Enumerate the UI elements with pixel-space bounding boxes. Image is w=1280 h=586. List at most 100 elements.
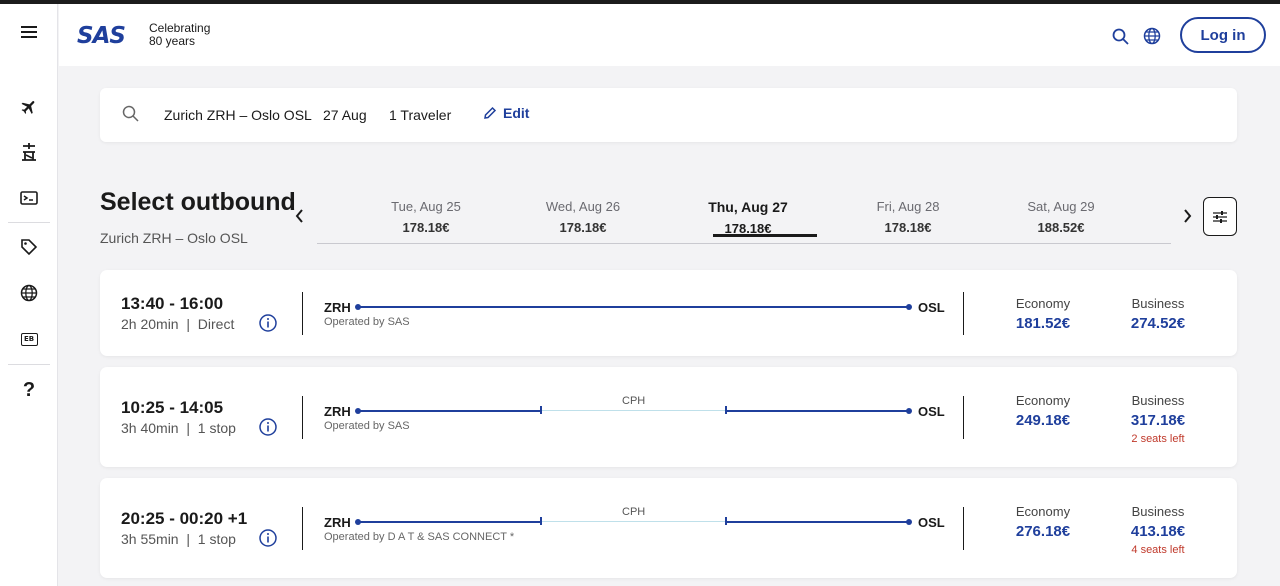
help-icon-text: ? <box>22 378 36 401</box>
layover-line <box>542 410 725 411</box>
prev-dates-chevron-icon[interactable] <box>289 204 309 228</box>
filter-button[interactable] <box>1203 197 1237 236</box>
divider <box>963 292 964 335</box>
date-tab[interactable]: Sat, Aug 29 188.52€ <box>991 190 1131 235</box>
sidebar: EB ? <box>0 4 58 586</box>
economy-price[interactable]: 249.18€ <box>993 412 1093 429</box>
date-tab[interactable]: Fri, Aug 28 178.18€ <box>838 190 978 235</box>
sidebar-divider <box>8 364 50 365</box>
date-tab-price: 178.18€ <box>402 220 450 235</box>
search-icon[interactable] <box>1109 25 1131 47</box>
flight-times: 13:40 - 16:00 <box>121 294 224 313</box>
date-tab[interactable]: Wed, Aug 26 178.18€ <box>513 190 653 235</box>
sliders-icon <box>1213 210 1227 223</box>
duration-text: 3h 40min <box>121 420 179 436</box>
date-tab-label: Tue, Aug 25 <box>391 199 461 214</box>
layover-airport: CPH <box>622 395 646 407</box>
economy-label: Economy <box>1015 393 1071 408</box>
layover-line <box>542 521 725 522</box>
flight-times: 10:25 - 14:05 <box>121 398 224 417</box>
route-dot <box>906 408 912 414</box>
layover-airport: CPH <box>622 506 646 518</box>
operator-text: Operated by SAS <box>324 420 410 432</box>
origin-airport: ZRH <box>324 404 351 419</box>
flight-card[interactable]: 10:25 - 14:05 3h 40min | 1 stop ZRH CPH … <box>100 367 1237 467</box>
route-dot <box>906 519 912 525</box>
date-tab[interactable]: Tue, Aug 25 178.18€ <box>356 190 496 235</box>
stops-text: 1 stop <box>197 420 236 436</box>
business-price[interactable]: 274.52€ <box>1108 315 1208 332</box>
economy-price[interactable]: 181.52€ <box>993 315 1093 332</box>
divider <box>963 507 964 550</box>
eurobonus-icon[interactable]: EB <box>14 324 44 354</box>
flight-duration: 3h 40min | 1 stop <box>121 420 236 436</box>
operator-text: Operated by SAS <box>324 316 410 328</box>
stops-text: Direct <box>197 316 235 332</box>
flight-duration: 2h 20min | Direct <box>121 316 235 332</box>
divider <box>302 292 303 335</box>
business-label: Business <box>1131 296 1185 311</box>
business-label: Business <box>1131 393 1185 408</box>
date-tab-selected[interactable]: Thu, Aug 27 178.18€ <box>678 190 818 237</box>
route-line <box>358 521 541 523</box>
origin-airport: ZRH <box>324 515 351 530</box>
date-tab-label: Sat, Aug 29 <box>1027 199 1095 214</box>
tag-icon[interactable] <box>14 232 44 262</box>
language-globe-icon[interactable] <box>1141 25 1163 47</box>
operator-text: Operated by D A T & SAS CONNECT * <box>324 531 515 543</box>
anniversary-tagline: Celebrating 80 years <box>149 22 239 48</box>
route-line <box>727 410 910 412</box>
search-summary-bar[interactable]: Zurich ZRH – Oslo OSL 27 Aug 1 Traveler … <box>100 88 1237 142</box>
menu-icon[interactable] <box>14 17 44 47</box>
date-tab-label: Thu, Aug 27 <box>708 199 788 215</box>
pencil-icon <box>484 106 497 119</box>
sidebar-divider <box>8 222 50 223</box>
destination-airport: OSL <box>918 300 945 315</box>
flight-times: 20:25 - 00:20 +1 <box>121 509 248 528</box>
divider <box>302 507 303 550</box>
edit-search-button[interactable]: Edit <box>483 105 529 121</box>
outbound-route: Zurich ZRH – Oslo OSL <box>100 230 248 246</box>
eurobonus-badge-text: EB <box>20 332 38 346</box>
info-icon[interactable] <box>259 418 277 436</box>
info-icon[interactable] <box>259 529 277 547</box>
business-label: Business <box>1131 504 1185 519</box>
seats-left-badge: 2 seats left <box>1131 433 1185 445</box>
ticket-icon[interactable] <box>14 183 44 213</box>
stops-text: 1 stop <box>197 531 236 547</box>
duration-text: 3h 55min <box>121 531 179 547</box>
route-line <box>358 410 541 412</box>
divider <box>302 396 303 439</box>
date-tab-label: Fri, Aug 28 <box>876 199 940 214</box>
date-selector: Tue, Aug 25 178.18€ Wed, Aug 26 178.18€ … <box>317 190 1171 244</box>
info-icon[interactable] <box>259 314 277 332</box>
page-title: Select outbound <box>100 188 296 216</box>
date-tab-label: Wed, Aug 26 <box>545 199 621 214</box>
flight-card[interactable]: 13:40 - 16:00 2h 20min | Direct ZRH OSL … <box>100 270 1237 356</box>
route-line <box>358 306 910 308</box>
help-icon[interactable]: ? <box>14 375 44 405</box>
edit-label: Edit <box>503 105 530 121</box>
flight-card[interactable]: 20:25 - 00:20 +1 3h 55min | 1 stop ZRH C… <box>100 478 1237 578</box>
route-dot <box>906 304 912 310</box>
globe-icon[interactable] <box>14 278 44 308</box>
login-button[interactable]: Log in <box>1180 17 1266 53</box>
travel-icon[interactable] <box>14 137 44 167</box>
economy-price[interactable]: 276.18€ <box>993 523 1093 540</box>
plane-icon[interactable] <box>14 92 44 122</box>
duration-text: 2h 20min <box>121 316 179 332</box>
destination-airport: OSL <box>918 404 945 419</box>
sas-logo[interactable]: SAS <box>77 23 126 49</box>
business-price[interactable]: 413.18€ <box>1108 523 1208 540</box>
economy-label: Economy <box>1015 296 1071 311</box>
economy-label: Economy <box>1015 504 1071 519</box>
date-tab-price: 178.18€ <box>724 221 772 236</box>
destination-airport: OSL <box>918 515 945 530</box>
business-price[interactable]: 317.18€ <box>1108 412 1208 429</box>
route-line <box>727 521 910 523</box>
origin-airport: ZRH <box>324 300 351 315</box>
next-dates-chevron-icon[interactable] <box>1177 204 1197 228</box>
seats-left-badge: 4 seats left <box>1131 544 1185 556</box>
flight-duration: 3h 55min | 1 stop <box>121 531 236 547</box>
date-tab-price: 178.18€ <box>884 220 932 235</box>
